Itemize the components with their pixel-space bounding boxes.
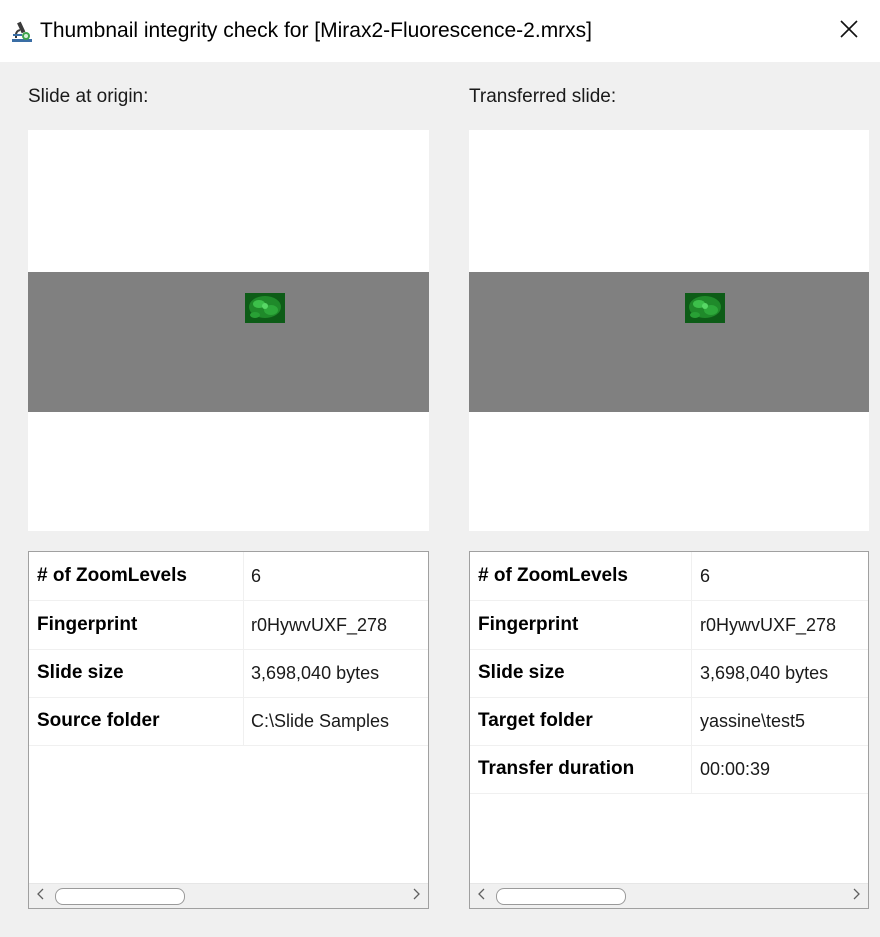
transferred-label: Transferred slide: — [469, 86, 617, 107]
property-value: 6 — [251, 566, 262, 586]
property-name: # of ZoomLevels — [29, 552, 244, 600]
tissue-image — [685, 293, 725, 323]
origin-label: Slide at origin: — [28, 86, 149, 107]
grid-row[interactable]: Transfer duration 00:00:39 — [470, 745, 868, 794]
property-name: Fingerprint — [470, 601, 692, 649]
property-value: 00:00:39 — [700, 759, 771, 779]
grid-row[interactable]: Fingerprint r0HywvUXF_278 — [470, 601, 868, 650]
microscope-icon — [10, 19, 34, 43]
property-name: # of ZoomLevels — [470, 552, 692, 600]
slide-glass — [469, 272, 869, 412]
property-name: Source folder — [29, 697, 244, 745]
horizontal-scrollbar[interactable] — [470, 883, 868, 908]
origin-thumbnail — [28, 130, 429, 531]
scroll-thumb[interactable] — [55, 888, 185, 905]
window-title: Thumbnail integrity check for [Mirax2-Fl… — [40, 19, 593, 42]
property-value: C:\Slide Samples — [251, 711, 390, 731]
grid-row[interactable]: # of ZoomLevels 6 — [470, 552, 868, 601]
title-bar: Thumbnail integrity check for [Mirax2-Fl… — [0, 0, 880, 62]
property-value: r0HywvUXF_278 — [251, 615, 388, 635]
chevron-right-icon — [411, 887, 421, 905]
property-value: 3,698,040 bytes — [700, 663, 829, 683]
grid-row[interactable]: Fingerprint r0HywvUXF_278 — [29, 601, 428, 650]
close-icon — [839, 19, 859, 44]
scroll-right-button[interactable] — [404, 884, 428, 908]
chevron-left-icon — [477, 887, 487, 905]
property-name: Fingerprint — [29, 601, 244, 649]
property-value: 3,698,040 bytes — [251, 663, 380, 683]
transferred-thumbnail — [469, 130, 869, 531]
grid-row[interactable]: Target folder yassine\test5 — [470, 697, 868, 746]
property-value: 6 — [700, 566, 711, 586]
scroll-left-button[interactable] — [470, 884, 494, 908]
property-value: yassine\test5 — [700, 711, 806, 731]
scroll-thumb[interactable] — [496, 888, 626, 905]
scroll-left-button[interactable] — [29, 884, 53, 908]
tissue-image — [245, 293, 285, 323]
close-button[interactable] — [818, 0, 880, 62]
grid-row[interactable]: Slide size 3,698,040 bytes — [29, 649, 428, 698]
grid-row[interactable]: Source folder C:\Slide Samples — [29, 697, 428, 746]
property-value: r0HywvUXF_278 — [700, 615, 837, 635]
transferred-properties-grid[interactable]: # of ZoomLevels 6 Fingerprint r0HywvUXF_… — [469, 551, 869, 909]
property-name: Slide size — [29, 649, 244, 697]
slide-glass — [28, 272, 429, 412]
grid-row[interactable]: Slide size 3,698,040 bytes — [470, 649, 868, 698]
horizontal-scrollbar[interactable] — [29, 883, 428, 908]
property-name: Target folder — [470, 697, 692, 745]
scroll-right-button[interactable] — [844, 884, 868, 908]
chevron-right-icon — [851, 887, 861, 905]
chevron-left-icon — [36, 887, 46, 905]
property-name: Slide size — [470, 649, 692, 697]
grid-row[interactable]: # of ZoomLevels 6 — [29, 552, 428, 601]
origin-properties-grid[interactable]: # of ZoomLevels 6 Fingerprint r0HywvUXF_… — [28, 551, 429, 909]
property-name: Transfer duration — [470, 745, 692, 793]
